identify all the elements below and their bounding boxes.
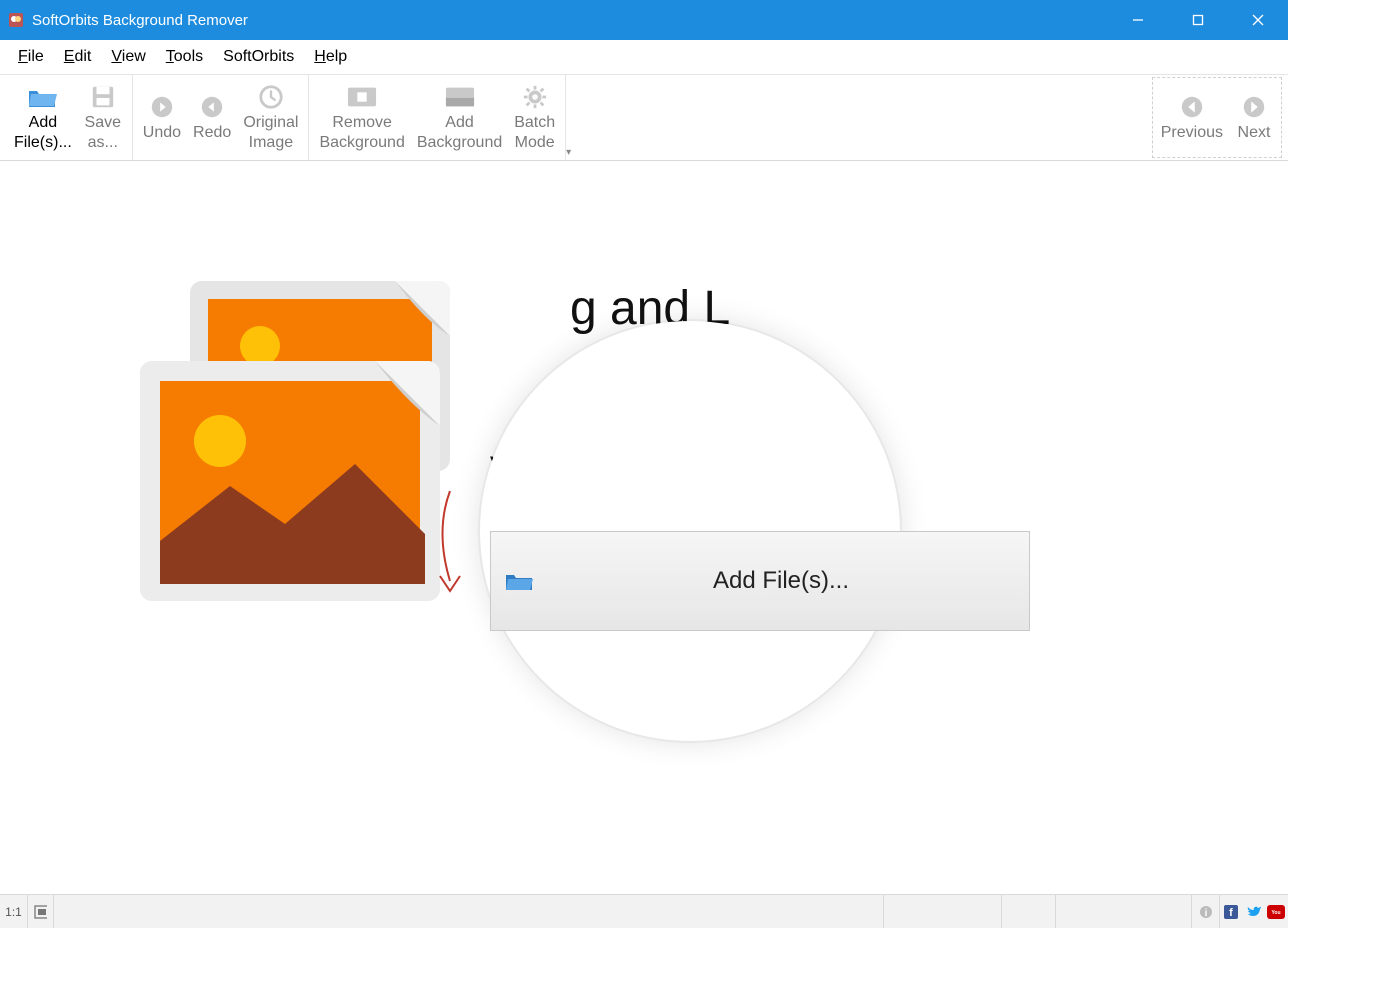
menu-tools[interactable]: Tools — [156, 42, 213, 72]
maximize-button[interactable] — [1168, 0, 1228, 40]
menubar: File Edit View Tools SoftOrbits Help — [0, 40, 1288, 75]
menu-help[interactable]: Help — [304, 42, 357, 72]
folder-open-icon — [505, 570, 533, 592]
app-icon — [8, 12, 24, 28]
twitter-link[interactable] — [1242, 895, 1264, 928]
status-empty-4 — [1056, 895, 1192, 928]
maximize-icon — [1192, 14, 1204, 26]
fit-screen-button[interactable] — [28, 895, 54, 928]
close-button[interactable] — [1228, 0, 1288, 40]
svg-text:i: i — [1204, 908, 1207, 919]
image-stack-illustration — [130, 281, 460, 611]
add-bg-icon — [444, 83, 476, 111]
menu-softorbits[interactable]: SoftOrbits — [213, 42, 304, 72]
svg-text:You: You — [1271, 910, 1280, 916]
youtube-icon: You — [1267, 905, 1285, 919]
undo-button[interactable]: Undo — [137, 77, 187, 158]
previous-icon — [1176, 93, 1208, 121]
svg-text:f: f — [1229, 907, 1233, 919]
previous-button[interactable]: Previous — [1155, 80, 1229, 155]
menu-view[interactable]: View — [101, 42, 155, 72]
history-icon — [255, 83, 287, 111]
folder-open-icon — [27, 83, 59, 111]
titlebar: SoftOrbits Background Remover — [0, 0, 1288, 40]
status-empty-1 — [54, 895, 884, 928]
original-image-button[interactable]: OriginalImage — [237, 77, 304, 158]
status-empty-3 — [1002, 895, 1056, 928]
next-button[interactable]: Next — [1229, 80, 1279, 155]
gear-icon — [519, 83, 551, 111]
youtube-link[interactable]: You — [1264, 895, 1288, 928]
save-as-button[interactable]: Saveas... — [78, 77, 128, 158]
drop-zone: g and L your images here — [130, 281, 1030, 611]
zoom-ratio[interactable]: 1:1 — [0, 895, 28, 928]
toolbar: AddFile(s)... Saveas... Undo Redo Orig — [0, 75, 1288, 161]
batch-mode-button[interactable]: BatchMode — [508, 77, 561, 158]
fit-screen-icon — [34, 905, 47, 919]
canvas-area[interactable]: g and L your images here — [0, 161, 1288, 894]
redo-icon — [196, 93, 228, 121]
add-files-large-button[interactable]: Add File(s)... — [490, 531, 1030, 631]
facebook-link[interactable]: f — [1220, 895, 1242, 928]
statusbar: 1:1 i f You — [0, 894, 1288, 928]
app-title: SoftOrbits Background Remover — [32, 12, 1108, 29]
save-icon — [87, 83, 119, 111]
add-background-button[interactable]: AddBackground — [411, 77, 508, 158]
remove-background-button[interactable]: RemoveBackground — [313, 77, 410, 158]
info-icon: i — [1199, 905, 1213, 919]
add-files-button[interactable]: AddFile(s)... — [8, 77, 78, 158]
minimize-icon — [1132, 14, 1144, 26]
minimize-button[interactable] — [1108, 0, 1168, 40]
info-button[interactable]: i — [1192, 895, 1220, 928]
arrow-decoration-icon — [430, 491, 470, 601]
facebook-icon: f — [1224, 905, 1238, 919]
redo-button[interactable]: Redo — [187, 77, 237, 158]
remove-bg-icon — [346, 83, 378, 111]
status-empty-2 — [884, 895, 1002, 928]
toolbar-overflow[interactable]: ▾ — [566, 147, 576, 160]
menu-edit[interactable]: Edit — [54, 42, 102, 72]
close-icon — [1252, 14, 1264, 26]
next-icon — [1238, 93, 1270, 121]
twitter-icon — [1245, 905, 1261, 919]
undo-icon — [146, 93, 178, 121]
menu-file[interactable]: File — [8, 42, 54, 72]
